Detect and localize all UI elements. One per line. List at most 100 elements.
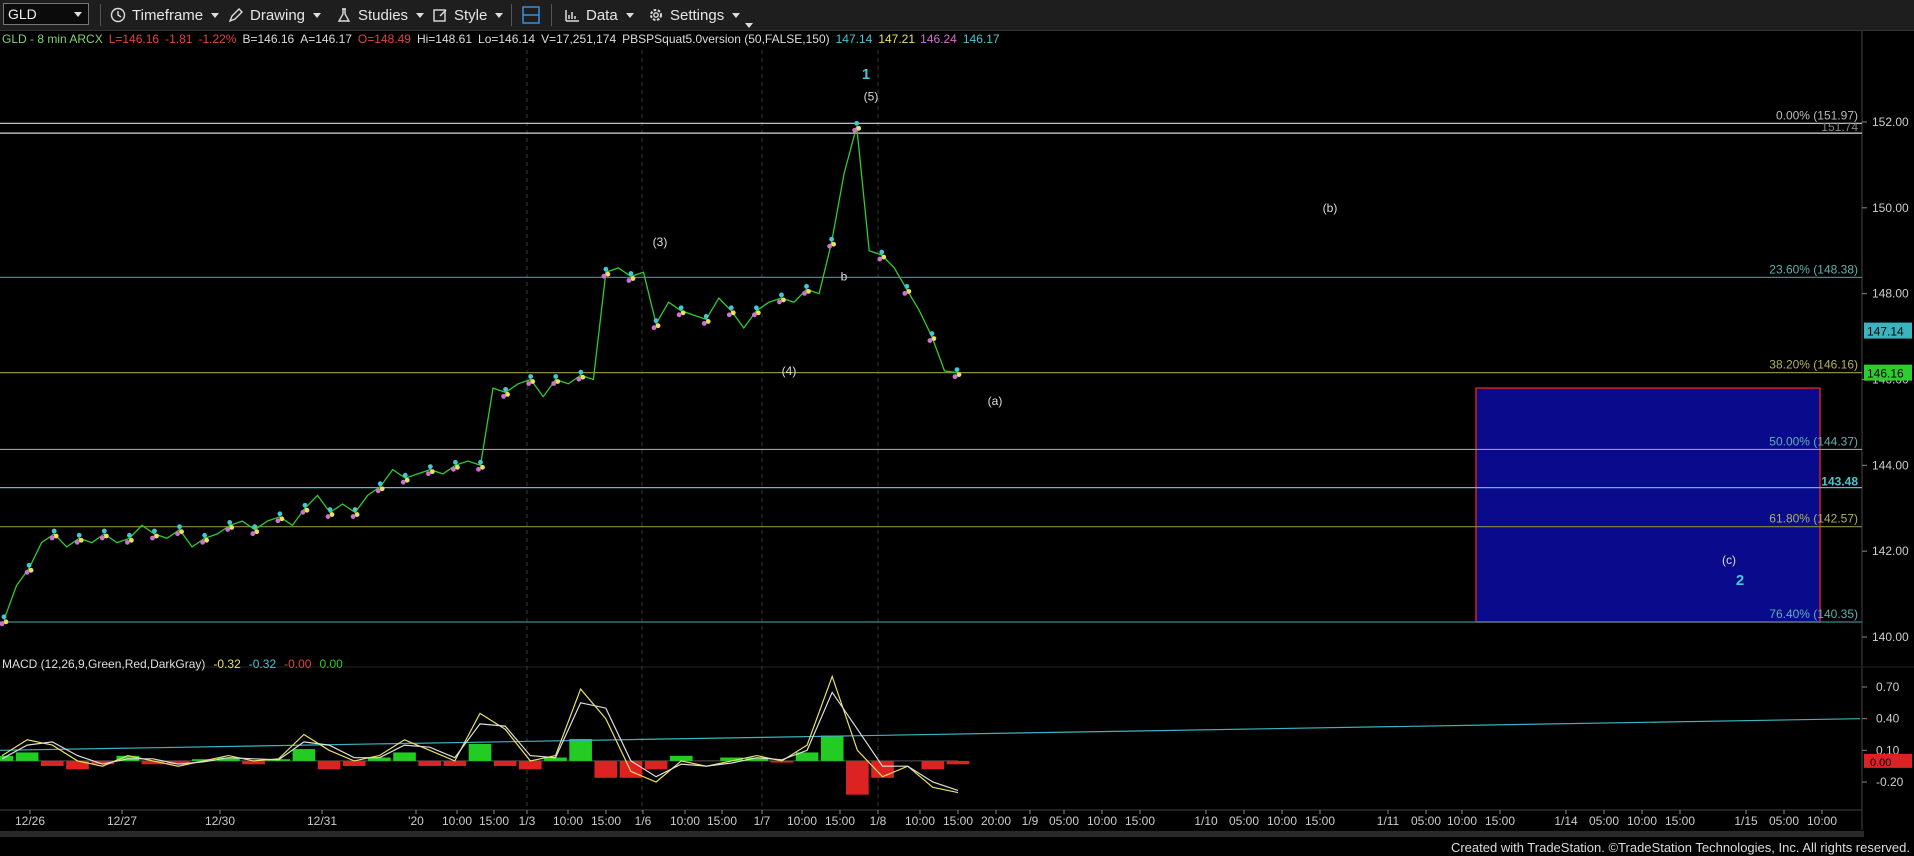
price-marker (99, 535, 105, 541)
data-label: Data (586, 6, 618, 24)
price-marker (325, 514, 331, 519)
macd-info-segment: -0.32 (249, 657, 277, 671)
price-marker (503, 386, 508, 392)
style-button[interactable]: Style (430, 4, 504, 26)
macd-histogram-bar (40, 760, 64, 766)
price-marker (626, 278, 632, 283)
time-axis-tick-label: 10:00 (1267, 814, 1297, 828)
info-segment: -1.22% (198, 32, 236, 46)
studies-button[interactable]: Studies (334, 4, 425, 26)
chevron-down-icon (732, 12, 741, 18)
price-marker (701, 321, 707, 326)
price-marker (402, 472, 408, 478)
price-marker (427, 464, 433, 470)
time-axis-tick-label: 1/3 (519, 814, 536, 828)
time-axis-tick-label: 05:00 (1589, 814, 1619, 828)
wave-label: (c) (1722, 553, 1736, 567)
info-segment: 146.17 (963, 32, 1000, 46)
price-marker (76, 532, 82, 538)
timeframe-button[interactable]: Timeframe (108, 4, 220, 26)
price-marker (377, 481, 383, 487)
time-axis-tick-label: '20 (408, 814, 424, 828)
symbol-selector[interactable]: GLD (3, 3, 89, 25)
time-axis-tick-label: 1/7 (754, 814, 771, 828)
settings-button[interactable]: Settings (646, 4, 741, 26)
wave-label: b (841, 270, 848, 284)
price-marker (879, 249, 885, 255)
price-marker (277, 511, 283, 517)
toolbar-divider (100, 4, 101, 26)
time-axis-tick-label: 15:00 (943, 814, 973, 828)
macd-info-segment: 0.00 (319, 657, 343, 671)
price-marker (74, 539, 80, 545)
macd-histogram-bar (569, 738, 592, 761)
price-marker (51, 528, 57, 534)
pencil-icon (226, 5, 246, 25)
macd-histogram-bar (342, 760, 366, 766)
drawing-button[interactable]: Drawing (226, 4, 322, 26)
price-marker (927, 338, 933, 343)
time-axis-tick-label: 15:00 (1305, 814, 1335, 828)
flask-icon (334, 5, 354, 25)
price-marker (904, 283, 910, 289)
chevron-down-icon (74, 12, 82, 17)
time-axis-tick-label: 15:00 (825, 814, 855, 828)
target-zone-box (1475, 387, 1821, 623)
price-marker (804, 283, 809, 289)
macd-histogram-bar (518, 760, 542, 770)
macd-info-segment: -0.00 (284, 657, 312, 671)
price-marker (451, 466, 456, 472)
cyan-price-label: 147.14 (1867, 325, 1904, 339)
symbol-info-line: GLD - 8 min ARCX L=146.16 -1.81 -1.22% B=146… (2, 32, 1000, 46)
time-axis-tick-label: 15:00 (1125, 814, 1155, 828)
price-marker (929, 331, 935, 336)
price-marker (24, 569, 30, 575)
price-marker (126, 532, 132, 538)
price-marker (603, 266, 609, 272)
chart-canvas: GLD - 8 min ARCX L=146.16 -1.81 -1.22% B=146… (0, 31, 1914, 830)
time-axis-tick-label: 1/9 (1022, 814, 1039, 828)
price-marker (252, 524, 258, 530)
price-marker (375, 488, 381, 494)
price-marker (49, 535, 55, 541)
macd-histogram-bar (846, 760, 869, 795)
wave-label: (3) (653, 235, 668, 249)
price-marker (728, 305, 734, 311)
macd-series-line (1, 674, 959, 794)
time-axis-tick-label: 1/6 (635, 814, 652, 828)
price-marker (553, 374, 559, 379)
toolbar-divider (511, 4, 512, 26)
time-axis-tick-label: 10:00 (1447, 814, 1477, 828)
macd-histogram-bar (292, 749, 316, 761)
layout-button[interactable] (521, 4, 545, 26)
info-segment: -1.81 (165, 32, 193, 46)
chevron-down-icon (625, 12, 634, 18)
data-button[interactable]: Data (562, 4, 634, 26)
macd-histogram-bar (871, 760, 894, 778)
time-axis-tick-label: 1/15 (1734, 814, 1758, 828)
macd-histogram-bar (946, 760, 970, 765)
chevron-down-icon (211, 12, 220, 18)
time-axis-tick-label: 15:00 (1485, 814, 1515, 828)
price-marker (578, 369, 584, 375)
time-axis-tick-label: 10:00 (442, 814, 472, 828)
timeframe-label: Timeframe (132, 6, 204, 24)
horizontal-scrollbar[interactable] (0, 831, 1864, 837)
price-marker (678, 305, 684, 311)
time-axis-tick-label: 1/14 (1554, 814, 1578, 828)
macd-info-line: MACD (12,26,9,Green,Red,DarkGray) -0.32 -0… (2, 657, 343, 671)
studies-label: Studies (358, 6, 409, 24)
price-marker (1, 614, 7, 620)
wave-label: (4) (782, 364, 797, 378)
time-axis-tick-label: 05:00 (1411, 814, 1441, 828)
macd-axis-tick-label: 0.70 (1876, 680, 1900, 694)
info-segment: 147.21 (878, 32, 915, 46)
fib-level-label: 143.48 (1821, 475, 1858, 489)
info-segment: 147.14 (836, 32, 873, 46)
macd-axis-tick-label: 0.40 (1876, 712, 1900, 726)
fib-level-label: 38.20% (146.16) (1769, 358, 1858, 372)
time-axis-tick-label: 05:00 (1769, 814, 1799, 828)
last-price-label: 146.16 (1867, 367, 1904, 381)
wave-label: (5) (864, 89, 879, 103)
price-marker (150, 535, 155, 541)
